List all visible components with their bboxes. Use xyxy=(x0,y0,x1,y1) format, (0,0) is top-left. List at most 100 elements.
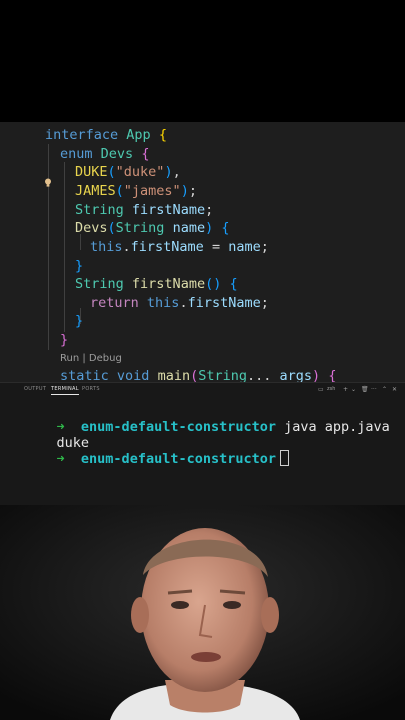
code-token: this xyxy=(146,295,180,311)
code-token: { xyxy=(158,127,167,143)
code-token: ; xyxy=(205,202,214,218)
code-token: interface xyxy=(45,127,119,143)
code-token: App xyxy=(126,127,151,143)
code-token: firstName xyxy=(187,295,261,311)
code-token: String xyxy=(75,202,124,218)
tab-terminal[interactable]: TERMINAL xyxy=(51,386,79,395)
code-token: } xyxy=(75,258,84,274)
maximize-icon[interactable]: ⌃ xyxy=(382,386,387,393)
code-line: return this.firstName; xyxy=(90,294,269,312)
indent-guide xyxy=(48,144,49,350)
code-token: ( xyxy=(107,164,116,180)
terminal-line-command: ➜ enum-default-constructor java app.java xyxy=(24,403,390,435)
code-line: String firstName() { xyxy=(75,275,238,293)
terminal-command: java app.java xyxy=(284,419,390,435)
code-token: name xyxy=(228,239,261,255)
terminal-line-prompt[interactable]: ➜ enum-default-constructor xyxy=(24,434,289,467)
code-token: ) xyxy=(312,368,321,382)
shell-label[interactable]: zsh xyxy=(327,386,335,392)
code-line: } xyxy=(75,312,83,330)
code-token: } xyxy=(75,313,84,329)
prompt-directory: enum-default-constructor xyxy=(80,451,276,467)
more-icon[interactable]: ··· xyxy=(371,386,377,393)
presenter-image xyxy=(0,505,405,720)
code-token: ; xyxy=(260,295,269,311)
code-token: firstName xyxy=(131,276,206,292)
code-token: this xyxy=(90,239,123,255)
code-line: Devs(String name) { xyxy=(75,219,230,237)
code-token: , xyxy=(172,164,181,180)
code-token: ( xyxy=(115,183,124,199)
bottom-panel: OUTPUT TERMINAL PORTS ▭ zsh + ⌄ 🗑 ··· ⌃ … xyxy=(0,382,405,506)
code-line: enum Devs { xyxy=(60,145,149,163)
indent-guide xyxy=(64,162,65,332)
code-token: { xyxy=(229,276,238,292)
code-token: String xyxy=(115,220,165,236)
code-line: String firstName; xyxy=(75,201,213,219)
code-token: { xyxy=(141,146,150,162)
code-token: firstName xyxy=(130,239,204,255)
code-token: main xyxy=(157,368,191,382)
code-token: args xyxy=(279,368,313,382)
codelens-run-debug[interactable]: Run | Debug xyxy=(60,352,122,366)
tab-ports[interactable]: PORTS xyxy=(82,386,100,392)
code-token: DUKE xyxy=(75,164,108,180)
code-token: void xyxy=(116,368,150,382)
code-token: ; xyxy=(188,183,197,199)
code-token: name xyxy=(172,220,206,236)
code-token: ( xyxy=(107,220,116,236)
terminal-output: duke xyxy=(24,419,90,451)
code-token: enum xyxy=(60,146,93,162)
code-token: Devs xyxy=(75,220,108,236)
code-token: ... xyxy=(247,368,280,382)
code-token: ) xyxy=(180,183,189,199)
code-token: "james" xyxy=(123,183,181,199)
code-token: { xyxy=(328,368,337,382)
close-icon[interactable]: ✕ xyxy=(392,386,397,393)
code-token: { xyxy=(221,220,230,236)
code-token: return xyxy=(90,295,139,311)
code-line: static void main(String... args) { xyxy=(60,367,336,382)
code-token: String xyxy=(75,276,124,292)
code-token: ) xyxy=(164,164,173,180)
code-token: () xyxy=(205,276,222,292)
code-token: Devs xyxy=(100,146,134,162)
code-token: static xyxy=(60,368,109,382)
code-token: String xyxy=(198,368,248,382)
prompt-directory: enum-default-constructor xyxy=(80,419,276,435)
code-token: ) xyxy=(205,220,214,236)
trash-icon[interactable]: 🗑 xyxy=(361,386,369,393)
code-line: JAMES("james"); xyxy=(75,182,197,200)
code-token: . xyxy=(179,295,188,311)
code-token: ; xyxy=(260,239,269,255)
lightbulb-icon[interactable] xyxy=(44,178,52,188)
code-line: } xyxy=(60,331,68,349)
code-token: JAMES xyxy=(75,183,116,199)
code-token: "duke" xyxy=(115,164,165,180)
code-token: . xyxy=(122,239,131,255)
code-token: ( xyxy=(190,368,199,382)
code-line: } xyxy=(75,257,83,275)
presenter-webcam xyxy=(0,505,405,720)
code-editor[interactable]: interface App { enum Devs { DUKE("duke")… xyxy=(0,122,405,382)
panel-tabs: OUTPUT TERMINAL PORTS ▭ zsh + ⌄ 🗑 ··· ⌃ … xyxy=(0,383,405,399)
code-line: this.firstName = name; xyxy=(90,238,269,256)
code-line: DUKE("duke"), xyxy=(75,163,181,181)
prompt-arrow: ➜ xyxy=(56,451,65,467)
code-token: } xyxy=(60,332,69,348)
tab-output[interactable]: OUTPUT xyxy=(24,386,46,392)
code-line: interface App { xyxy=(45,126,167,144)
chevron-down-icon[interactable]: ⌄ xyxy=(351,386,356,393)
add-terminal-icon[interactable]: + xyxy=(343,386,348,393)
terminal-icon: ▭ xyxy=(318,386,324,393)
code-token: = xyxy=(203,239,229,255)
terminal-cursor xyxy=(280,450,289,466)
